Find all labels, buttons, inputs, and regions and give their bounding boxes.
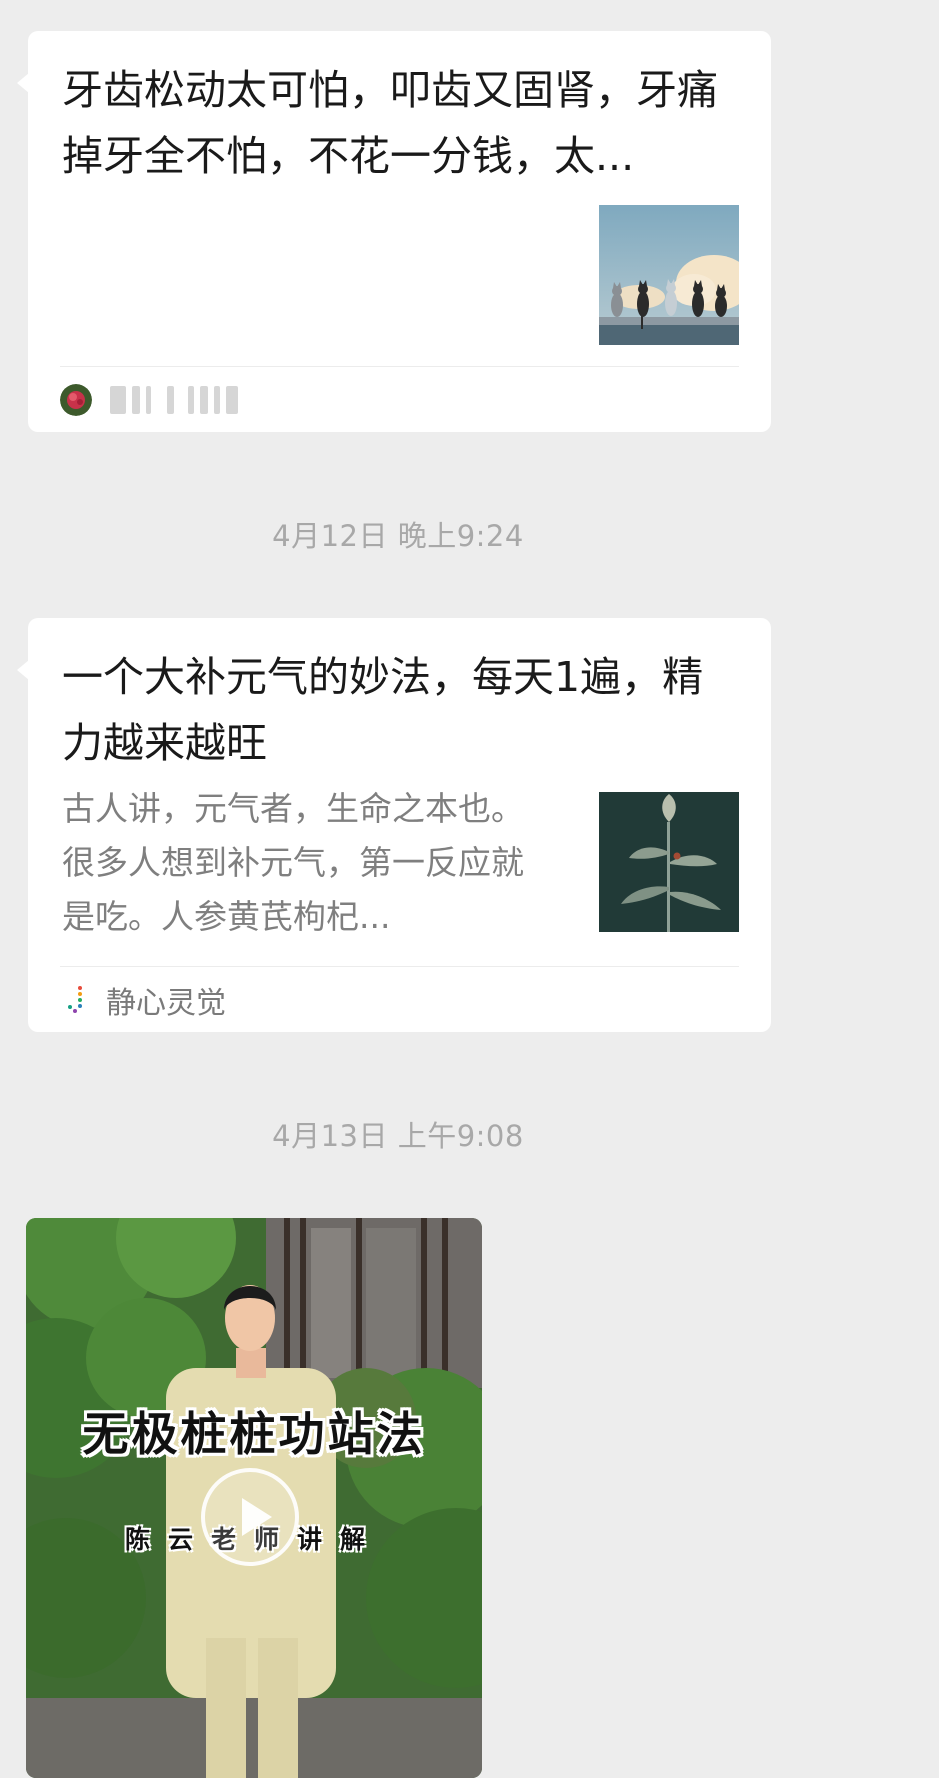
article-thumbnail bbox=[599, 205, 739, 345]
article-thumbnail bbox=[599, 792, 739, 932]
article-title: 牙齿松动太可怕，叩齿又固肾，牙痛掉牙全不怕，不花一分钱，太... bbox=[62, 66, 718, 180]
source-name: 静心灵觉 bbox=[106, 986, 226, 1021]
article-card-yuanqi[interactable]: 一个大补元气的妙法，每天1遍，精力越来越旺 古人讲，元气者，生命之本也。很多人想… bbox=[17, 618, 771, 1032]
timestamp: 4月12日 晚上9:24 bbox=[272, 519, 524, 553]
article-title: 一个大补元气的妙法，每天1遍，精力越来越旺 bbox=[62, 653, 704, 767]
card-divider bbox=[60, 966, 739, 967]
article-card-teeth[interactable]: 牙齿松动太可怕，叩齿又固肾，牙痛掉牙全不怕，不花一分钱，太... bbox=[17, 31, 771, 432]
video-message[interactable]: 无极桩桩功站法 陈云老师讲解 bbox=[26, 1218, 482, 1778]
source-name-redacted bbox=[110, 386, 238, 414]
source-avatar bbox=[60, 384, 92, 416]
timestamp: 4月13日 上午9:08 bbox=[272, 1119, 524, 1153]
bubble-tail bbox=[17, 660, 29, 680]
source-logo-icon bbox=[60, 984, 92, 1016]
source-row[interactable] bbox=[60, 380, 739, 420]
video-title: 无极桩桩功站法 bbox=[82, 1407, 426, 1461]
cats-on-wall-image bbox=[599, 205, 739, 345]
flower-bud-image bbox=[599, 792, 739, 932]
play-icon[interactable] bbox=[201, 1468, 299, 1566]
source-row[interactable]: 静心灵觉 bbox=[60, 980, 739, 1021]
flower-avatar-icon bbox=[60, 384, 92, 416]
bubble-tail bbox=[17, 73, 29, 93]
article-description: 古人讲，元气者，生命之本也。很多人想到补元气，第一反应就是吃。人参黄芪枸杞... bbox=[62, 789, 524, 936]
card-divider bbox=[60, 366, 739, 367]
